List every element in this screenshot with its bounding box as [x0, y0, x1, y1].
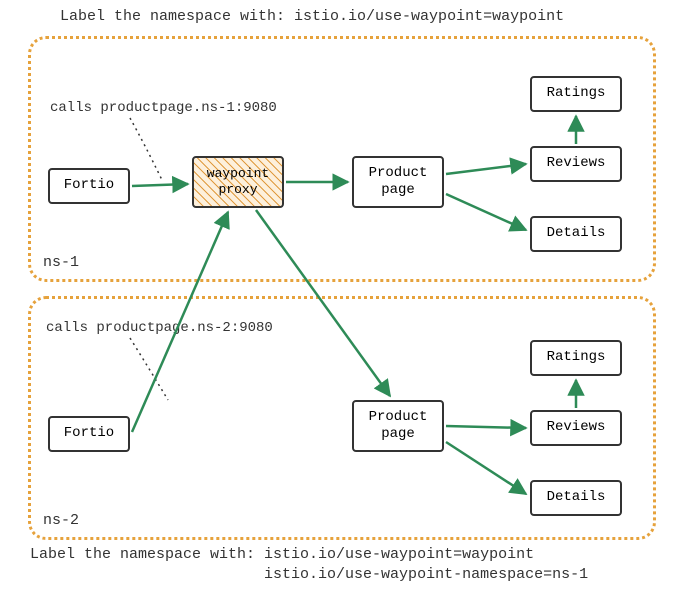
ns1-ratings: Ratings	[530, 76, 622, 112]
ns2-title: ns-2	[43, 512, 79, 529]
ns1-title: ns-1	[43, 254, 79, 271]
ns2-call-label: calls productpage.ns-2:9080	[46, 320, 273, 336]
ns1-reviews: Reviews	[530, 146, 622, 182]
ns1-details: Details	[530, 216, 622, 252]
waypoint-proxy: waypoint proxy	[192, 156, 284, 208]
label-top: Label the namespace with: istio.io/use-w…	[60, 8, 564, 25]
ns2-ratings: Ratings	[530, 340, 622, 376]
label-bottom: Label the namespace with: istio.io/use-w…	[30, 545, 588, 586]
ns1-product-page: Product page	[352, 156, 444, 208]
ns2-details: Details	[530, 480, 622, 516]
ns1-call-label: calls productpage.ns-1:9080	[50, 100, 277, 116]
ns2-product-page: Product page	[352, 400, 444, 452]
ns1-fortio: Fortio	[48, 168, 130, 204]
ns2-fortio: Fortio	[48, 416, 130, 452]
ns2-reviews: Reviews	[530, 410, 622, 446]
